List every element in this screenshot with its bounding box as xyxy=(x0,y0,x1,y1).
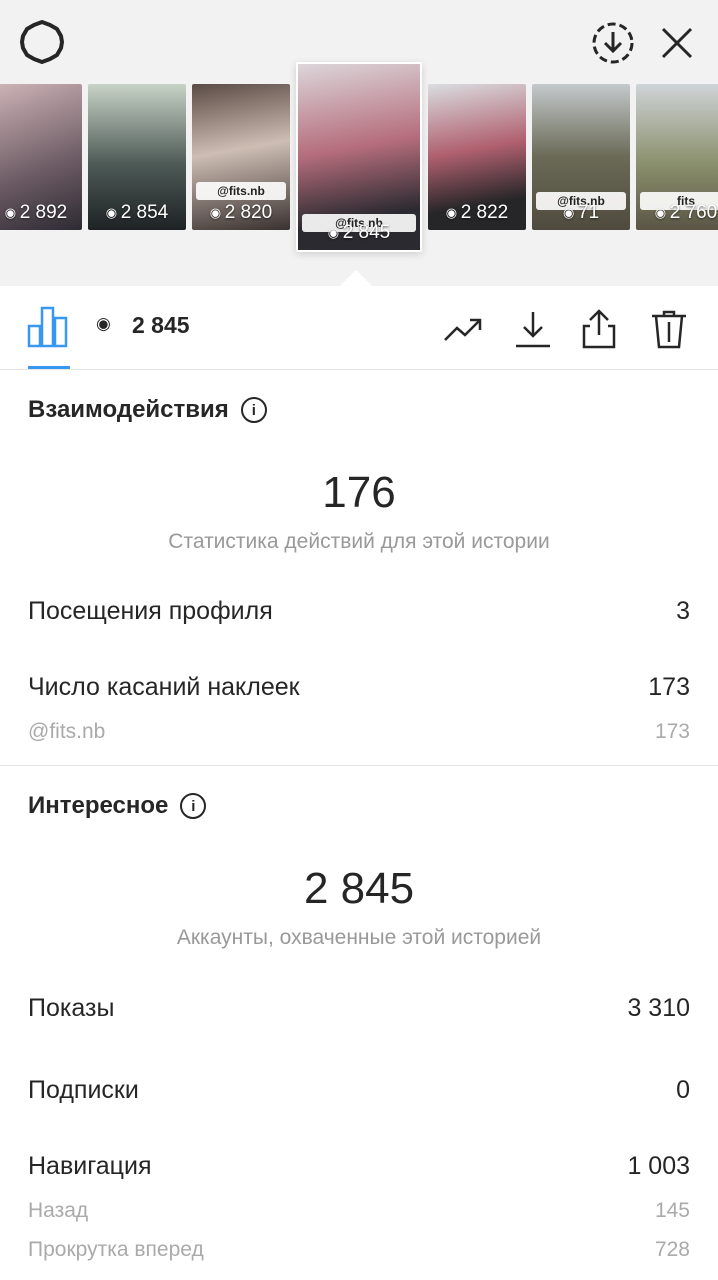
metric-label: Подписки xyxy=(28,1076,139,1104)
story-thumbnail-selected[interactable]: @fits.nb 2 845 xyxy=(296,62,422,252)
discovery-subtitle: Аккаунты, охваченные этой историей xyxy=(176,926,542,949)
navigation-row: Навигация 1 003 xyxy=(28,1152,690,1181)
metric-label: Посещения профиля xyxy=(28,597,273,625)
metric-subvalue: 728 xyxy=(654,1238,690,1261)
section-divider xyxy=(0,765,718,766)
metric-label: Показы xyxy=(28,994,115,1022)
share-icon[interactable] xyxy=(576,306,622,352)
interactions-subtitle: Статистика действий для этой истории xyxy=(168,530,550,553)
follows-row: Подписки 0 xyxy=(28,1076,690,1105)
story-view-count: 2 845 xyxy=(298,222,420,244)
metric-subvalue: 145 xyxy=(654,1199,690,1222)
metric-value: 0 xyxy=(676,1076,690,1104)
discovery-heading: Интересное i xyxy=(28,792,207,820)
selection-pointer xyxy=(340,270,372,286)
story-view-count: 2 892 xyxy=(0,202,82,224)
story-thumbnail[interactable]: 2 854 xyxy=(88,84,186,230)
sticker-detail-row: @fits.nb 173 xyxy=(28,720,690,744)
metric-value: 1 003 xyxy=(627,1152,690,1180)
story-view-count: 2 760 xyxy=(636,202,718,224)
story-view-count: 2 822 xyxy=(428,202,526,224)
story-thumbnail[interactable]: fits 2 760 xyxy=(636,84,718,230)
sticker-taps-row: Число касаний наклеек 173 xyxy=(28,673,690,702)
impressions-row: Показы 3 310 xyxy=(28,994,690,1023)
toolbar-view-count: 2 845 xyxy=(132,312,190,338)
metric-sublabel: Назад xyxy=(28,1199,89,1222)
active-tab-indicator xyxy=(28,366,70,369)
interactions-total: 176 xyxy=(322,468,396,517)
story-view-count: 71 xyxy=(532,202,630,224)
metric-value: 3 xyxy=(676,597,690,625)
metric-sublabel: Прокрутка вперед xyxy=(28,1238,204,1261)
story-view-count: 2 854 xyxy=(88,202,186,224)
info-icon[interactable]: i xyxy=(240,397,267,423)
bar-chart-icon[interactable] xyxy=(26,304,70,348)
metric-label: Число касаний наклеек xyxy=(28,673,300,701)
discovery-total: 2 845 xyxy=(303,864,415,913)
story-thumbnail[interactable]: 2 822 xyxy=(428,84,526,230)
stories-strip: 2 892 2 854 @fits.nb 2 820 @fits.nb 2 84… xyxy=(0,62,718,254)
story-thumbnail[interactable]: @fits.nb 2 820 xyxy=(192,84,290,230)
back-row: Назад 145 xyxy=(28,1199,690,1223)
story-preview-header: 2 892 2 854 @fits.nb 2 820 @fits.nb 2 84… xyxy=(0,0,718,286)
metric-sublabel: @fits.nb xyxy=(28,720,106,743)
interactions-title: Взаимодействия xyxy=(28,396,229,423)
metric-value: 3 310 xyxy=(627,994,690,1022)
story-view-count: 2 820 xyxy=(192,202,290,224)
trash-icon[interactable] xyxy=(646,306,692,352)
metric-subvalue: 173 xyxy=(654,720,690,743)
download-icon[interactable] xyxy=(510,306,556,352)
metric-value: 173 xyxy=(648,673,690,701)
insights-toolbar: ◉ 2 845 xyxy=(0,286,718,370)
metric-label: Навигация xyxy=(28,1152,152,1180)
profile-visits-row: Посещения профиля 3 xyxy=(28,597,690,626)
info-icon[interactable]: i xyxy=(180,793,207,819)
close-icon[interactable] xyxy=(652,18,702,68)
discovery-title: Интересное xyxy=(28,792,169,819)
story-caption: @fits.nb xyxy=(196,182,286,200)
promote-trend-icon[interactable] xyxy=(440,306,486,352)
eye-icon: ◉ xyxy=(96,314,111,333)
interactions-heading: Взаимодействия i xyxy=(28,396,267,424)
story-thumbnail[interactable]: 2 892 xyxy=(0,84,82,230)
forward-row: Прокрутка вперед 728 xyxy=(28,1238,690,1262)
gear-icon[interactable] xyxy=(18,18,66,66)
download-circle-icon[interactable] xyxy=(588,18,638,68)
story-thumbnail[interactable]: @fits.nb 71 xyxy=(532,84,630,230)
